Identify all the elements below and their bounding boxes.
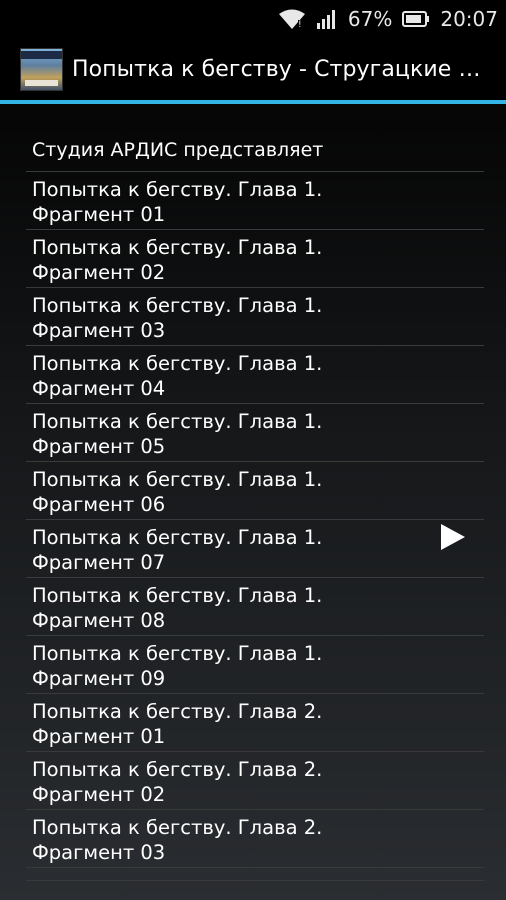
list-item-title: Попытка к бегству. Глава 1. [32, 526, 323, 549]
list-item[interactable]: Попытка к бегству. Глава 2. Фрагмент 02 [26, 752, 484, 810]
list-item[interactable]: Попытка к бегству. Глава 1. Фрагмент 07 [26, 520, 484, 578]
signal-icon [316, 9, 338, 29]
list-item-fragment: Фрагмент 02 [32, 783, 166, 806]
list-item-fragment: Фрагмент 06 [32, 493, 166, 516]
list-item-title: Попытка к бегству. Глава 1. [32, 468, 323, 491]
battery-percent: 67% [347, 6, 393, 31]
list-item-fragment: Фрагмент 07 [32, 551, 166, 574]
action-bar: Попытка к бегству - Стругацкие Аркадий и… [0, 37, 506, 101]
list-item-title: Попытка к бегству. Глава 2. [32, 758, 323, 781]
list-item[interactable]: Попытка к бегству. Глава 1. Фрагмент 02 [26, 230, 484, 288]
book-cover-icon[interactable] [20, 47, 63, 91]
list-item-title: Попытка к бегству. Глава 1. [32, 410, 323, 433]
list-item-fragment: Фрагмент 09 [32, 667, 166, 690]
list-item-fragment: Фрагмент 05 [32, 435, 166, 458]
list-item-fragment: Фрагмент 01 [32, 725, 166, 748]
list-item-title: Попытка к бегству. Глава 1. [32, 642, 323, 665]
list-item[interactable]: Попытка к бегству. Глава 1. Фрагмент 04 [26, 346, 484, 404]
list-item-fragment: Фрагмент 02 [32, 261, 166, 284]
list-item-fragment: Фрагмент 08 [32, 609, 166, 632]
status-time: 20:07 [440, 6, 498, 31]
battery-icon [402, 10, 430, 28]
list-item[interactable]: Попытка к бегству. Глава 1. Фрагмент 01 [26, 172, 484, 230]
list-item[interactable]: Попытка к бегству. Глава 1. Фрагмент 09 [26, 636, 484, 694]
chapter-list: Студия АРДИС представляет Попытка к бегс… [26, 128, 484, 881]
list-item-title: Попытка к бегству. Глава 2. [32, 700, 323, 723]
list-item[interactable]: Попытка к бегству. Глава 1. Фрагмент 08 [26, 578, 484, 636]
list-item-title: Попытка к бегству. Глава 1. [32, 236, 323, 259]
list-item-title: Попытка к бегству. Глава 1. [32, 584, 323, 607]
list-item-fragment: Фрагмент 01 [32, 203, 166, 226]
wifi-icon: ! [278, 8, 306, 30]
list-item-fragment: Фрагмент 03 [32, 841, 166, 864]
list-item-fragment: Фрагмент 04 [32, 377, 166, 400]
status-bar: ! 67% 20:07 [0, 0, 506, 37]
list-item[interactable]: Попытка к бегству. Глава 2. Фрагмент 03 [26, 810, 484, 868]
page-title: Попытка к бегству - Стругацкие Аркадий и… [72, 56, 492, 82]
list-item-title: Попытка к бегству. Глава 1. [32, 294, 323, 317]
list-item-fragment: Фрагмент 03 [32, 319, 166, 342]
list-item[interactable]: Попытка к бегству. Глава 2. Фрагмент 01 [26, 694, 484, 752]
list-header: Студия АРДИС представляет [26, 128, 484, 172]
list-item-title: Попытка к бегству. Глава 1. [32, 178, 323, 201]
list-item[interactable]: Попытка к бегству. Глава 1. Фрагмент 05 [26, 404, 484, 462]
svg-text:!: ! [298, 20, 302, 30]
list-item-partial[interactable] [26, 868, 484, 881]
list-item[interactable]: Попытка к бегству. Глава 1. Фрагмент 03 [26, 288, 484, 346]
list-item-title: Попытка к бегству. Глава 1. [32, 352, 323, 375]
list-item-title: Попытка к бегству. Глава 2. [32, 816, 323, 839]
content-area: Студия АРДИС представляет Попытка к бегс… [0, 104, 506, 900]
play-icon[interactable] [441, 524, 465, 550]
list-item[interactable]: Попытка к бегству. Глава 1. Фрагмент 06 [26, 462, 484, 520]
